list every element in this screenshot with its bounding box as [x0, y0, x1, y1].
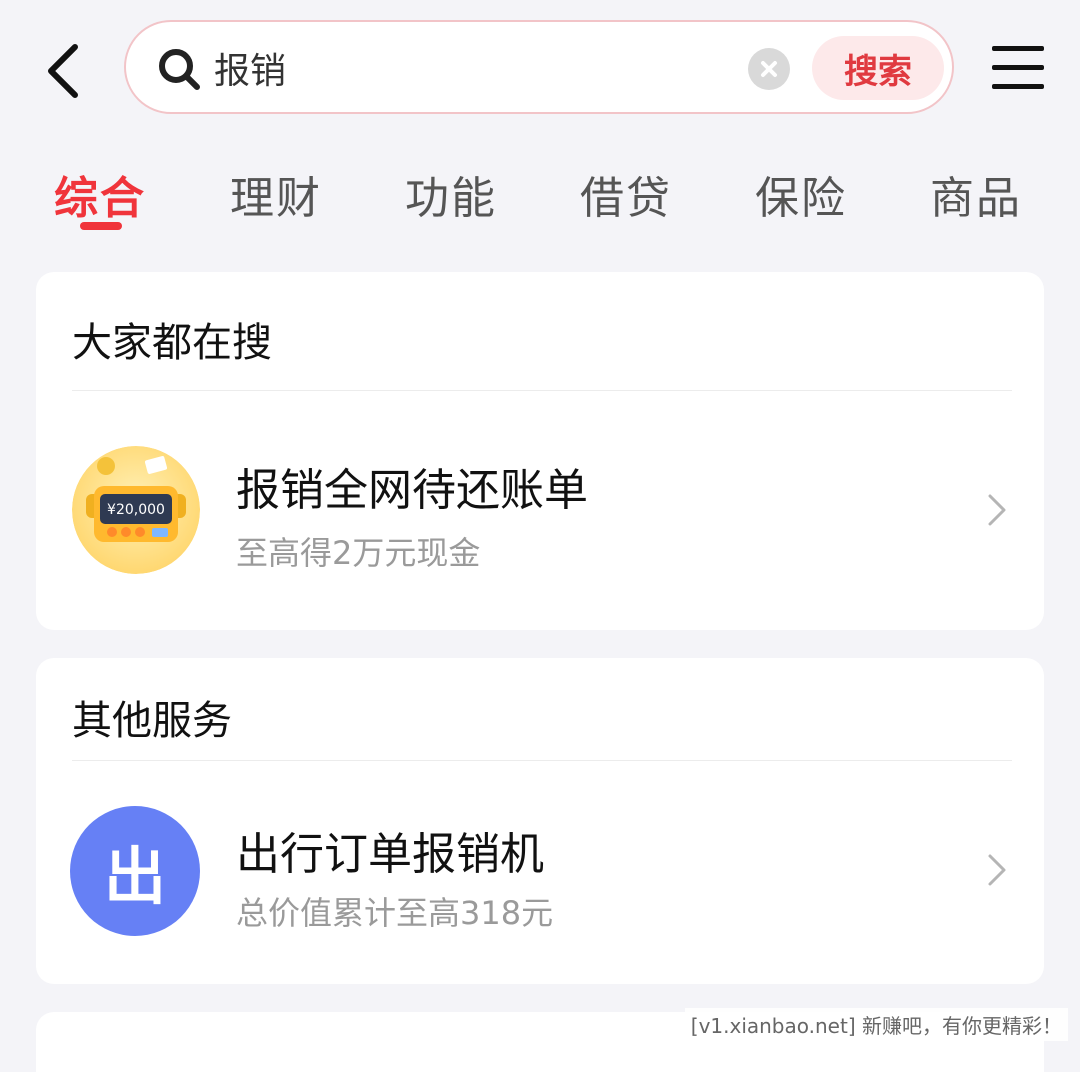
search-icon — [159, 49, 200, 90]
chevron-right-icon — [988, 494, 1006, 526]
top-bar: 搜索 — [0, 0, 1080, 130]
tab-insurance[interactable]: 保险 — [755, 162, 847, 226]
back-button[interactable] — [38, 38, 88, 104]
tab-functions[interactable]: 功能 — [405, 162, 497, 226]
clear-search-button[interactable] — [748, 48, 790, 90]
popular-searches-title: 大家都在搜 — [72, 320, 272, 366]
other-services-card: 其他服务 出 出行订单报销机 总价值累计至高318元 — [36, 658, 1044, 984]
active-tab-indicator — [80, 222, 122, 230]
bill-reward-icon: ¥20,000 — [72, 446, 200, 574]
bill-amount-text: ¥20,000 — [107, 502, 165, 518]
tab-loans[interactable]: 借贷 — [580, 162, 672, 226]
search-box[interactable]: 搜索 — [124, 20, 954, 114]
popular-searches-card: 大家都在搜 ¥20,000 报销全网待还账单 至高得2万元现金 — [36, 272, 1044, 630]
travel-icon-char: 出 — [103, 840, 166, 913]
item-subtitle: 总价值累计至高318元 — [236, 894, 554, 932]
item-title: 报销全网待还账单 — [236, 465, 588, 516]
search-input[interactable] — [214, 36, 734, 100]
back-arrow-icon — [48, 44, 78, 98]
category-tabs: 综合 理财 功能 借贷 保险 商品 — [0, 150, 1080, 240]
list-item-travel-reimbursement[interactable]: 出 出行订单报销机 总价值累计至高318元 — [36, 760, 1044, 984]
item-title: 出行订单报销机 — [236, 829, 544, 880]
watermark-text: [v1.xianbao.net] 新赚吧，有你更精彩！ — [684, 1008, 1068, 1041]
chevron-right-icon — [988, 854, 1006, 886]
list-item-bill-reimbursement[interactable]: ¥20,000 报销全网待还账单 至高得2万元现金 — [36, 390, 1044, 630]
tab-wealth[interactable]: 理财 — [230, 162, 322, 226]
other-services-title: 其他服务 — [72, 698, 232, 744]
tab-comprehensive[interactable]: 综合 — [54, 162, 146, 226]
search-button[interactable]: 搜索 — [812, 36, 944, 100]
travel-service-icon: 出 — [70, 806, 200, 936]
tab-products[interactable]: 商品 — [930, 162, 1022, 226]
clear-icon — [761, 61, 777, 77]
item-subtitle: 至高得2万元现金 — [236, 534, 481, 572]
menu-button[interactable] — [990, 44, 1046, 92]
